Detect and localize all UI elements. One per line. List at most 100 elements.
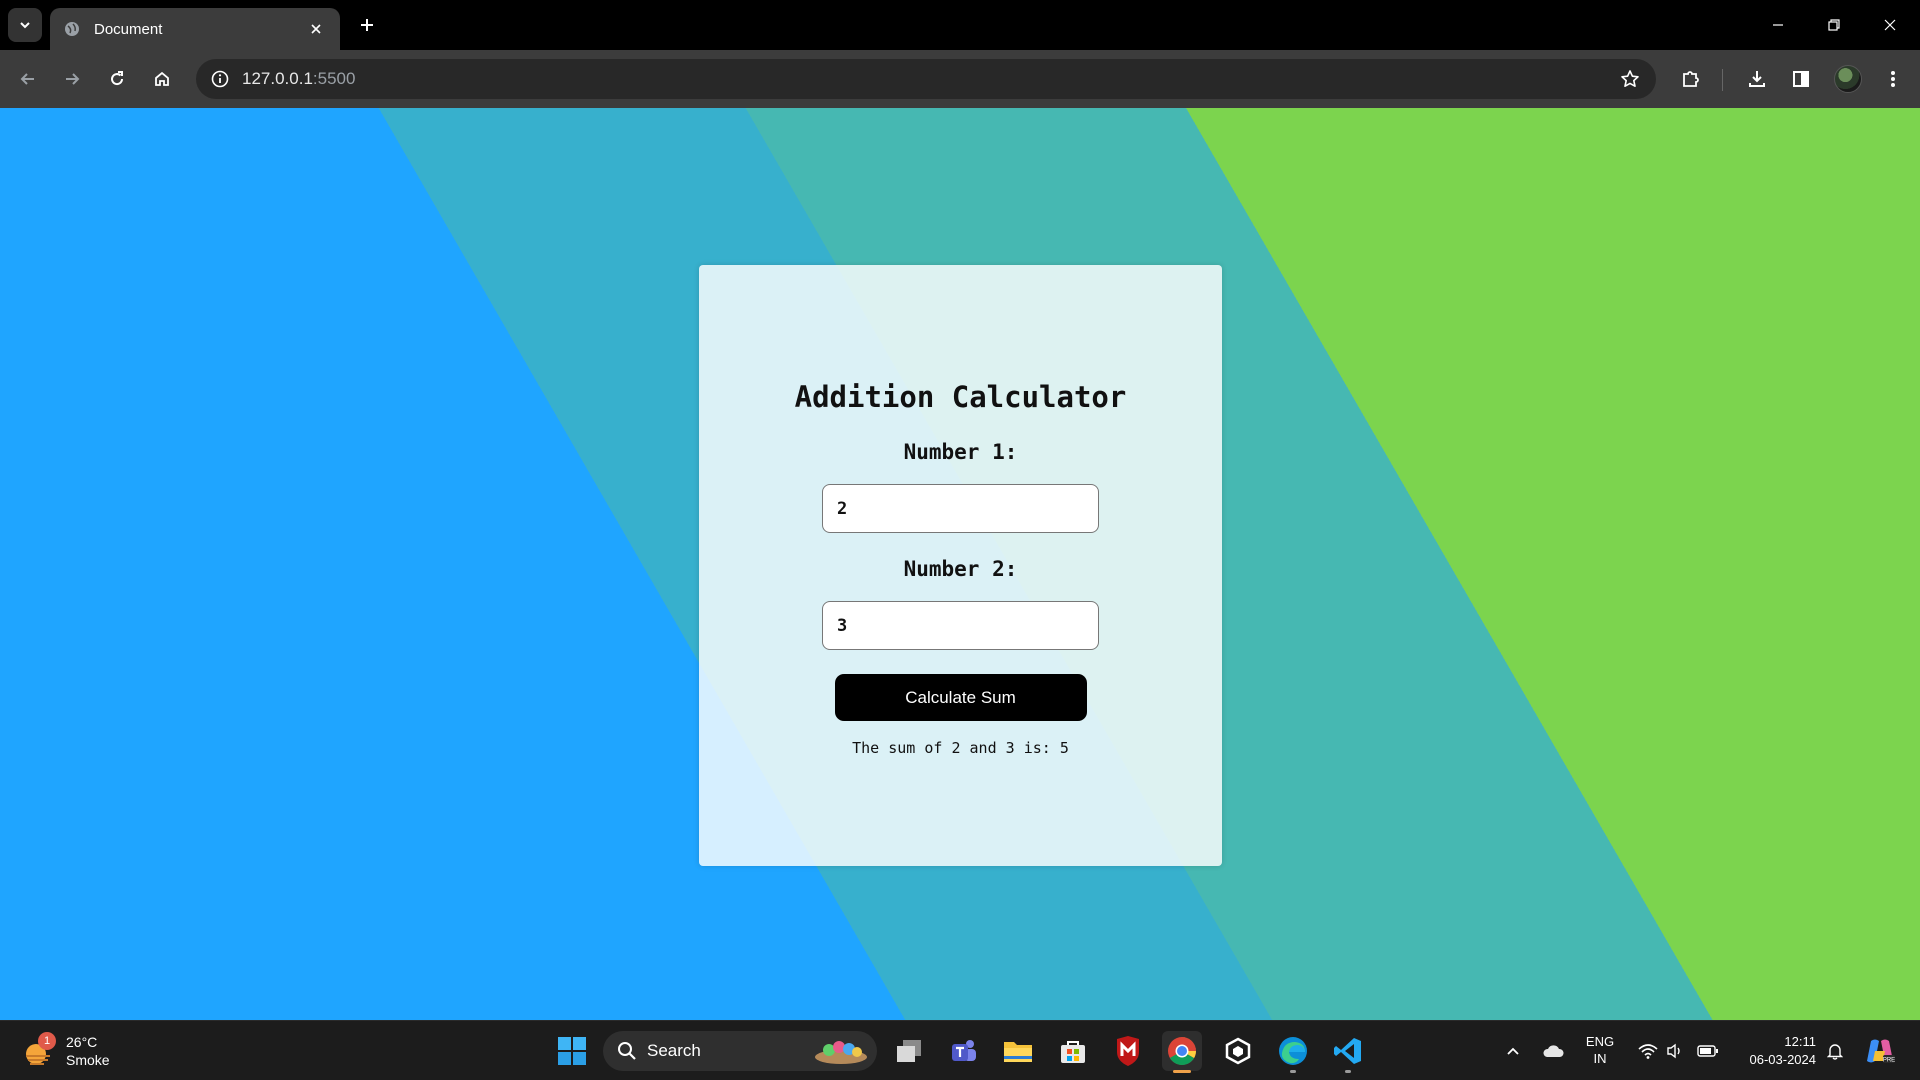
- home-icon: [155, 71, 169, 86]
- network-button[interactable]: [1634, 1031, 1662, 1071]
- search-highlight-icon: [815, 1041, 867, 1064]
- plus-icon: [361, 19, 373, 31]
- calculator-card: Addition Calculator Number 1: Number 2: …: [699, 265, 1222, 866]
- minimize-icon: [1773, 24, 1783, 26]
- site-info-icon[interactable]: [200, 59, 240, 99]
- copilot-button[interactable]: PRE: [1862, 1031, 1898, 1071]
- edge-button[interactable]: [1273, 1031, 1313, 1073]
- battery-button[interactable]: [1694, 1031, 1722, 1071]
- minimize-button[interactable]: [1750, 0, 1806, 50]
- side-panel-icon: [1793, 71, 1809, 87]
- chrome-menu-button[interactable]: [1875, 61, 1911, 97]
- notifications-button[interactable]: [1822, 1031, 1848, 1071]
- page-viewport: Addition Calculator Number 1: Number 2: …: [0, 108, 1920, 1020]
- url-port: :5500: [312, 69, 356, 88]
- forward-button[interactable]: [54, 61, 90, 97]
- weather-desc: Smoke: [66, 1052, 110, 1068]
- restore-icon: [1828, 19, 1840, 31]
- svg-text:PRE: PRE: [1883, 1058, 1895, 1064]
- number2-label: Number 2:: [903, 557, 1018, 581]
- more-vertical-icon: [1891, 71, 1895, 87]
- weather-widget[interactable]: 1 26°C Smoke: [22, 1029, 132, 1073]
- globe-icon: [64, 21, 80, 37]
- close-window-button[interactable]: [1862, 0, 1918, 50]
- vscode-button[interactable]: [1328, 1031, 1368, 1073]
- chrome-icon: [1168, 1037, 1196, 1065]
- reload-icon: [111, 71, 124, 86]
- back-button[interactable]: [10, 61, 46, 97]
- clock[interactable]: 12:11 06-03-2024: [1736, 1033, 1817, 1069]
- copilot-icon: PRE: [1867, 1039, 1895, 1064]
- clock-time: 12:11: [1784, 1034, 1816, 1049]
- app-icon: [1225, 1037, 1251, 1065]
- calculate-sum-button[interactable]: Calculate Sum: [834, 674, 1087, 721]
- close-tab-icon[interactable]: [306, 19, 326, 39]
- browser-toolbar: 127.0.0.1:5500: [0, 50, 1920, 108]
- forward-arrow-icon: [66, 73, 80, 85]
- new-tab-button[interactable]: [354, 12, 380, 38]
- clock-date: 06-03-2024: [1749, 1052, 1817, 1067]
- language-indicator[interactable]: ENG IN: [1582, 1033, 1618, 1067]
- start-button[interactable]: [552, 1031, 592, 1071]
- profile-avatar[interactable]: [1834, 65, 1862, 93]
- speaker-icon: [1667, 1043, 1680, 1059]
- number1-input[interactable]: [822, 484, 1099, 533]
- number2-input[interactable]: [822, 601, 1099, 650]
- volume-button[interactable]: [1662, 1031, 1688, 1071]
- running-app-indicator: [1345, 1070, 1351, 1073]
- wifi-icon: [1638, 1044, 1658, 1059]
- url-text: 127.0.0.1:5500: [242, 69, 355, 89]
- url-host: 127.0.0.1: [242, 69, 313, 88]
- weather-text: 26°C Smoke: [66, 1033, 110, 1069]
- task-view-button[interactable]: [889, 1031, 929, 1071]
- teams-button[interactable]: [944, 1031, 984, 1071]
- taskbar-search[interactable]: Search: [603, 1031, 877, 1071]
- lang-line1: ENG: [1585, 1034, 1615, 1049]
- page-title: Addition Calculator: [794, 380, 1127, 414]
- weather-temp: 26°C: [66, 1034, 98, 1050]
- folder-icon: [1004, 1042, 1032, 1062]
- mcafee-button[interactable]: [1108, 1031, 1148, 1071]
- toolbar-separator: [1722, 69, 1723, 91]
- reload-button[interactable]: [99, 61, 135, 97]
- vscode-icon: [1334, 1038, 1361, 1064]
- store-icon: [1061, 1041, 1085, 1063]
- tab-title: Document: [94, 20, 163, 38]
- running-app-indicator: [1290, 1070, 1296, 1073]
- windows-logo-icon: [558, 1037, 586, 1065]
- tab-search-button[interactable]: [8, 8, 42, 42]
- address-bar[interactable]: 127.0.0.1:5500: [196, 59, 1656, 99]
- download-icon: [1749, 71, 1765, 87]
- task-view-icon: [897, 1040, 921, 1062]
- chevron-down-icon: [20, 22, 30, 29]
- file-explorer-button[interactable]: [998, 1031, 1038, 1071]
- close-icon: [1884, 19, 1896, 31]
- teams-icon: [952, 1040, 976, 1061]
- home-button[interactable]: [144, 61, 180, 97]
- chrome-taskbar-button[interactable]: [1162, 1031, 1202, 1073]
- extensions-button[interactable]: [1673, 61, 1709, 97]
- bookmark-star-icon[interactable]: [1614, 63, 1646, 95]
- onedrive-button[interactable]: [1538, 1031, 1568, 1071]
- battery-icon: [1697, 1045, 1718, 1057]
- browser-tab[interactable]: Document: [50, 8, 340, 50]
- edge-icon: [1279, 1037, 1307, 1065]
- number1-label: Number 1:: [903, 440, 1018, 464]
- ms-store-button[interactable]: [1053, 1031, 1093, 1071]
- downloads-button[interactable]: [1739, 61, 1775, 97]
- restore-button[interactable]: [1806, 0, 1862, 50]
- back-arrow-icon: [20, 73, 34, 85]
- weather-sun-icon: 1: [22, 1032, 56, 1068]
- show-hidden-icons-button[interactable]: [1500, 1031, 1526, 1071]
- chevron-up-icon: [1507, 1047, 1519, 1055]
- pinned-app-button[interactable]: [1218, 1031, 1258, 1071]
- browser-tab-bar: Document: [0, 0, 1920, 50]
- weather-badge: 1: [38, 1032, 56, 1050]
- search-label: Search: [647, 1041, 701, 1060]
- cloud-icon: [1543, 1045, 1564, 1057]
- windows-taskbar: 1 26°C Smoke Search ENG IN 12:11 06-03-2…: [0, 1020, 1920, 1080]
- bell-icon: [1827, 1044, 1843, 1060]
- mcafee-shield-icon: [1117, 1036, 1139, 1066]
- result-text: The sum of 2 and 3 is: 5: [852, 739, 1069, 757]
- side-panel-button[interactable]: [1783, 61, 1819, 97]
